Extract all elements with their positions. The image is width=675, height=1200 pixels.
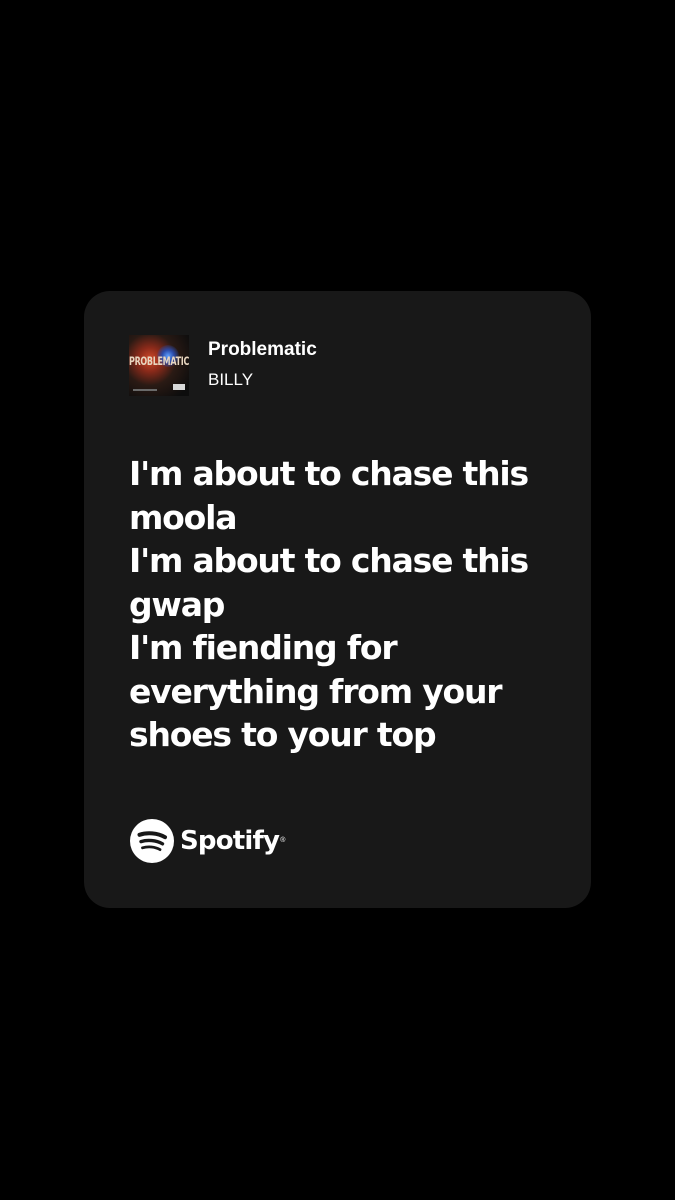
- album-cover-lettering: PROBLEMATIC: [129, 355, 189, 368]
- lyrics-share-card: PROBLEMATIC Problematic BILLY I'm about …: [84, 291, 591, 908]
- lyrics-text: I'm about to chase this moola I'm about …: [129, 452, 569, 757]
- album-cover: PROBLEMATIC: [129, 335, 189, 396]
- lyric-line: moola: [129, 497, 238, 537]
- spotify-brand: Spotify ®: [130, 819, 285, 863]
- lyric-line: everything from your: [129, 671, 503, 711]
- spotify-wordmark: Spotify: [180, 826, 280, 856]
- lyric-line: I'm about to chase this: [129, 454, 529, 493]
- lyric-line: shoes to your top: [129, 715, 437, 754]
- registered-mark: ®: [280, 836, 286, 844]
- track-header: PROBLEMATIC Problematic BILLY: [129, 335, 317, 396]
- track-title: Problematic: [208, 339, 317, 360]
- spotify-logo-icon: [130, 819, 174, 863]
- track-info: Problematic BILLY: [208, 338, 317, 391]
- lyric-line: I'm about to chase this: [129, 541, 529, 580]
- track-artist: BILLY: [208, 370, 254, 389]
- lyric-line: gwap: [129, 584, 225, 624]
- lyric-line: I'm fiending for: [129, 628, 398, 667]
- explicit-badge: [173, 384, 185, 390]
